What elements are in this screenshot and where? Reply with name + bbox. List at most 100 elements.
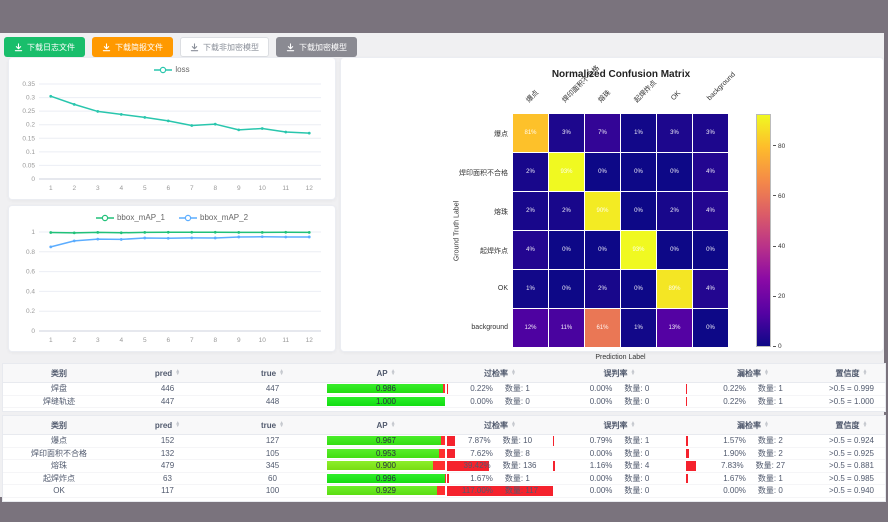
pred-cell: 63 [115,473,220,485]
confidence-cell: >0.5 = 0.985 [820,473,883,485]
sort-icon[interactable]: ▲▼ [279,370,284,377]
table-row: 熔珠4793450.90039.42%数量: 1361.16%数量: 47.83… [3,460,885,473]
column-header-pred: pred▲▼ [115,416,220,434]
rate-bar [553,461,555,471]
column-header-text: AP [376,421,387,430]
over-rate-cell: 1.67%数量: 1 [447,473,553,485]
column-header-text: 过检率 [484,368,508,379]
column-header-text: true [261,369,276,378]
rate-bar [686,461,696,471]
rate-value: 0.00% [590,474,613,483]
matrix-column-label: OK [670,90,682,102]
rate-text: 0.00%数量: 0 [590,473,650,484]
column-header-true: true▲▼ [220,416,325,434]
pred-cell: 447 [115,396,220,408]
matrix-cell: 3% [657,114,692,152]
over-rate-cell: 7.62%数量: 8 [447,448,553,460]
sort-icon[interactable]: ▲▼ [764,370,769,377]
matrix-cell: 3% [693,114,728,152]
rate-value: 0.00% [590,486,613,495]
column-header-text: pred [155,369,172,378]
column-header-text: 置信度 [836,368,860,379]
svg-text:11: 11 [282,185,289,192]
legend-line-icon [96,214,114,222]
legend-item-loss[interactable]: loss [154,65,189,74]
matrix-cell: 0% [549,270,584,308]
legend-item-bbox_mAP_2[interactable]: bbox_mAP_2 [179,213,248,222]
sort-icon[interactable]: ▲▼ [391,422,396,429]
rate-text: 0.22%数量: 1 [723,396,783,407]
matrix-cell: 1% [621,114,656,152]
count-value: 数量: 8 [505,448,530,459]
table-row: OK1171000.929117.00%数量: 1170.00%数量: 00.0… [3,485,885,498]
pred-cell: 479 [115,460,220,472]
over-rate-cell: 117.00% 数量: 117 [447,485,553,497]
ap-cell: 0.986 [325,383,447,395]
sort-icon[interactable]: ▲▼ [511,422,516,429]
sort-icon[interactable]: ▲▼ [631,370,636,377]
sort-icon[interactable]: ▲▼ [863,370,868,377]
rate-bar [686,449,689,459]
class-name-cell: 焊缝轨迹 [3,396,115,408]
button-label: 下载非加密模型 [203,42,259,53]
sort-icon[interactable]: ▲▼ [631,422,636,429]
matrix-cell: 4% [513,231,548,269]
sort-icon[interactable]: ▲▼ [175,422,180,429]
legend-label: bbox_mAP_1 [117,213,165,222]
matrix-cell: 0% [621,192,656,230]
matrix-cell: 3% [549,114,584,152]
count-value: 数量: 10 [503,435,532,446]
download-report-file-button[interactable]: 下载简报文件 [92,37,173,57]
sort-icon[interactable]: ▲▼ [391,370,396,377]
matrix-cell: 12% [513,309,548,347]
svg-text:0.6: 0.6 [26,269,35,276]
matrix-cell: 0% [621,153,656,191]
column-header-过检率: 过检率▲▼ [447,364,553,382]
count-value: 数量: 2 [758,448,783,459]
mis-rate-cell: 0.00%数量: 0 [553,396,686,408]
svg-text:0: 0 [31,176,35,183]
rate-bar [447,474,449,484]
sort-icon[interactable]: ▲▼ [764,422,769,429]
ap-cell: 0.900 [325,460,447,472]
column-header-漏检率: 漏检率▲▼ [686,364,820,382]
mis-rate-cell: 1.16%数量: 4 [553,460,686,472]
rate-value: 1.57% [723,436,746,445]
svg-text:12: 12 [306,185,314,192]
sort-icon[interactable]: ▲▼ [279,422,284,429]
ap-cell: 0.953 [325,448,447,460]
count-value: 数量: 2 [758,435,783,446]
rate-value: 1.90% [723,449,746,458]
legend-line-icon [154,66,172,74]
svg-text:1: 1 [49,185,53,192]
count-value: 数量: 1 [758,383,783,394]
column-header-text: 类别 [51,368,67,379]
download-encrypted-model-button[interactable]: 下载加密模型 [276,37,357,57]
over-rate-cell: 7.87%数量: 10 [447,435,553,447]
matrix-cell: 0% [585,231,620,269]
matrix-cell: 0% [657,231,692,269]
sort-icon[interactable]: ▲▼ [863,422,868,429]
svg-text:0.15: 0.15 [22,135,35,142]
count-value: 数量: 0 [758,485,783,496]
column-header-text: 过检率 [484,420,508,431]
matrix-cell: 0% [549,231,584,269]
download-log-file-button[interactable]: 下载日志文件 [4,37,85,57]
sort-icon[interactable]: ▲▼ [511,370,516,377]
download-unencrypted-model-button[interactable]: 下载非加密模型 [180,37,269,57]
sort-icon[interactable]: ▲▼ [175,370,180,377]
matrix-row-label: 焊印面积不合格 [398,168,508,178]
rate-text: 0.00%数量: 0 [723,485,783,496]
svg-text:0.1: 0.1 [26,149,35,156]
miss-rate-cell: 7.83%数量: 27 [686,460,820,472]
matrix-cell: 7% [585,114,620,152]
matrix-cell: 4% [693,270,728,308]
legend-item-bbox_mAP_1[interactable]: bbox_mAP_1 [96,213,165,222]
column-header-text: AP [376,369,387,378]
rate-value: 0.00% [590,397,613,406]
column-header-true: true▲▼ [220,364,325,382]
rate-value: 117.00% [462,486,493,495]
column-header-label: 类别 [3,416,115,434]
count-value: 数量: 117 [505,485,538,496]
over-rate-cell: 0.22%数量: 1 [447,383,553,395]
